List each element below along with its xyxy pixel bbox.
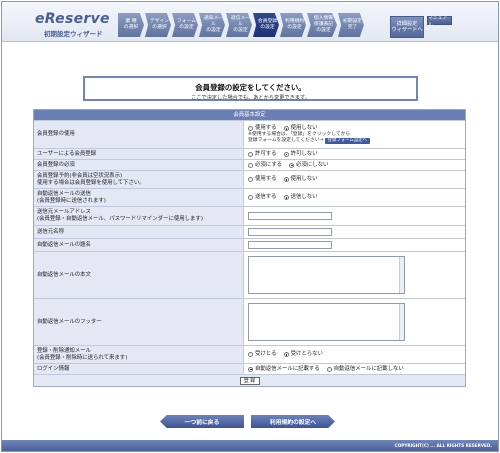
row-notify: 登録・削除通知メール (会員登録・削除時に送られて来ます) 受けとる 受けとらな… bbox=[34, 345, 465, 363]
page-title: 会員登録の設定をしてください。 bbox=[195, 83, 306, 92]
radio-auto-reply-nosend[interactable]: 送信しない bbox=[283, 194, 318, 201]
auto-body-textarea[interactable] bbox=[248, 256, 405, 294]
label-notify-note: (会員登録・削除時に送られて来ます) bbox=[37, 354, 128, 361]
detail-wizard-button[interactable]: 詳細設定 ウィザードへ bbox=[390, 16, 424, 38]
label-auto-footer: 自動返信メールのフッター bbox=[34, 299, 244, 345]
membership-note-2: 登録フォームを設定してください→ bbox=[248, 138, 324, 143]
row-membership: 会員登録の使用 使用する 使用しない ※使用する場合は、「登録」をクリックしてか… bbox=[34, 120, 465, 148]
register-form-settings-button[interactable]: 登録フォーム設定へ bbox=[324, 138, 370, 144]
wizard-steps: 業 種 の選択 デザイン の選択 フォーム の設定 通知メール の設定 返信メー… bbox=[118, 13, 365, 37]
radio-user-register-deny[interactable]: 許可しない bbox=[283, 151, 318, 158]
sender-name-input[interactable] bbox=[248, 228, 332, 236]
logo: eReserve bbox=[35, 11, 110, 27]
radio-required-yes[interactable]: 必須にする bbox=[248, 162, 282, 169]
row-auto-footer: 自動返信メールのフッター bbox=[34, 298, 465, 345]
row-auto-subject: 自動返信メールの題名 bbox=[34, 238, 465, 251]
register-button[interactable]: 登 録 bbox=[239, 376, 260, 385]
auto-subject-input[interactable] bbox=[248, 241, 332, 249]
page-subtitle: ここで決定した場合でも、あとから変更できます。 bbox=[191, 95, 310, 101]
label-pre-reserve: 会員登録予約(非会員は空状況表示) bbox=[37, 172, 123, 179]
label-auto-reply-note: (会員登録時に送信されます) bbox=[37, 197, 106, 204]
radio-notify-receive[interactable]: 受けとる bbox=[248, 351, 277, 358]
step-privacy[interactable]: 個人情報 保護表記 の設定 bbox=[307, 13, 337, 37]
form-heading: 会員基本設定 bbox=[34, 110, 465, 120]
label-sender-name: 送信元名称 bbox=[34, 226, 244, 238]
radio-notify-noreceive[interactable]: 受けとらない bbox=[283, 351, 323, 358]
sender-address-input[interactable] bbox=[248, 212, 332, 220]
step-terms[interactable]: 利用規約 の設定 bbox=[280, 13, 306, 37]
auto-footer-textarea[interactable] bbox=[248, 303, 405, 341]
step-form[interactable]: フォーム の設定 bbox=[172, 13, 198, 37]
row-user-register: ユーザーによる会員登録 許可する 許可しない bbox=[34, 148, 465, 159]
radio-login-info-include[interactable]: 自動返信メールに記載する bbox=[248, 366, 320, 373]
step-reply-mail[interactable]: 返信メール の設定 bbox=[226, 13, 252, 37]
row-auto-reply: 自動返信メールの送信 (会員登録時に送信されます) 送信する 送信しない bbox=[34, 188, 465, 206]
next-terms-button[interactable]: 利用規約の設定へ bbox=[251, 415, 335, 428]
label-sender-address-note: (会員登録・自動返信メール、パスワードリマインダーに使用します) bbox=[37, 216, 203, 222]
step-industry[interactable]: 業 種 の選択 bbox=[118, 13, 144, 37]
submit-row: 登 録 bbox=[34, 374, 465, 386]
label-sender-address: 送信元メールアドレス bbox=[37, 209, 91, 215]
label-notify: 登録・削除通知メール bbox=[37, 347, 91, 354]
step-complete[interactable]: 初期設定 完了 bbox=[338, 13, 364, 37]
logo-subtitle: 初期設定ウィザード bbox=[44, 30, 103, 38]
header: eReserve 初期設定ウィザード 業 種 の選択 デザイン の選択 フォーム… bbox=[2, 2, 498, 42]
label-login-info: ログイン情報 bbox=[34, 364, 244, 374]
row-pre-reserve: 会員登録予約(非会員は空状況表示) 使用する場合は会員登録を使用して下さい。 使… bbox=[34, 170, 465, 188]
step-notify-mail[interactable]: 通知メール の設定 bbox=[199, 13, 225, 37]
label-auto-subject: 自動返信メールの題名 bbox=[34, 239, 244, 251]
label-required: 会員登録の必須 bbox=[34, 160, 244, 170]
row-login-info: ログイン情報 自動返信メールに記載する 自動返信メールに記載しない bbox=[34, 363, 465, 374]
radio-user-register-allow[interactable]: 許可する bbox=[248, 151, 277, 158]
step-design[interactable]: デザイン の選択 bbox=[145, 13, 171, 37]
radio-auto-reply-send[interactable]: 送信する bbox=[248, 194, 277, 201]
row-sender-name: 送信元名称 bbox=[34, 225, 465, 238]
label-user-register: ユーザーによる会員登録 bbox=[34, 149, 244, 159]
row-sender-address: 送信元メールアドレス (会員登録・自動返信メール、パスワードリマインダーに使用し… bbox=[34, 206, 465, 225]
radio-membership-no[interactable]: 使用しない bbox=[283, 125, 318, 132]
label-auto-reply: 自動返信メールの送信 bbox=[37, 190, 91, 197]
back-button[interactable]: 一つ前に戻る bbox=[160, 415, 244, 428]
label-membership: 会員登録の使用 bbox=[34, 121, 244, 148]
manual-button[interactable]: マニュアル bbox=[427, 16, 452, 28]
instruction-box: 会員登録の設定をしてください。 ここで決定した場合でも、あとから変更できます。 bbox=[83, 76, 418, 101]
label-pre-reserve-note: 使用する場合は会員登録を使用して下さい。 bbox=[37, 179, 145, 186]
membership-settings-form: 会員基本設定 会員登録の使用 使用する 使用しない ※使用する場合は、「登録」を… bbox=[33, 109, 466, 387]
step-membership[interactable]: 会員登録 の設定 bbox=[253, 13, 279, 37]
label-auto-body: 自動返信メールの本文 bbox=[34, 252, 244, 298]
radio-login-info-exclude[interactable]: 自動返信メールに記載しない bbox=[326, 366, 404, 373]
row-auto-body: 自動返信メールの本文 bbox=[34, 251, 465, 298]
row-required: 会員登録の必須 必須にする 必須にしない bbox=[34, 159, 465, 170]
footer: COPYRIGHT(C) ... ALL RIGHTS RESERVED. bbox=[2, 440, 498, 451]
radio-required-no[interactable]: 必須にしない bbox=[289, 162, 328, 169]
radio-membership-use[interactable]: 使用する bbox=[248, 125, 277, 132]
copyright: COPYRIGHT(C) ... ALL RIGHTS RESERVED. bbox=[394, 443, 492, 448]
radio-pre-reserve-no[interactable]: 使用しない bbox=[283, 176, 318, 183]
radio-pre-reserve-use[interactable]: 使用する bbox=[248, 176, 277, 183]
